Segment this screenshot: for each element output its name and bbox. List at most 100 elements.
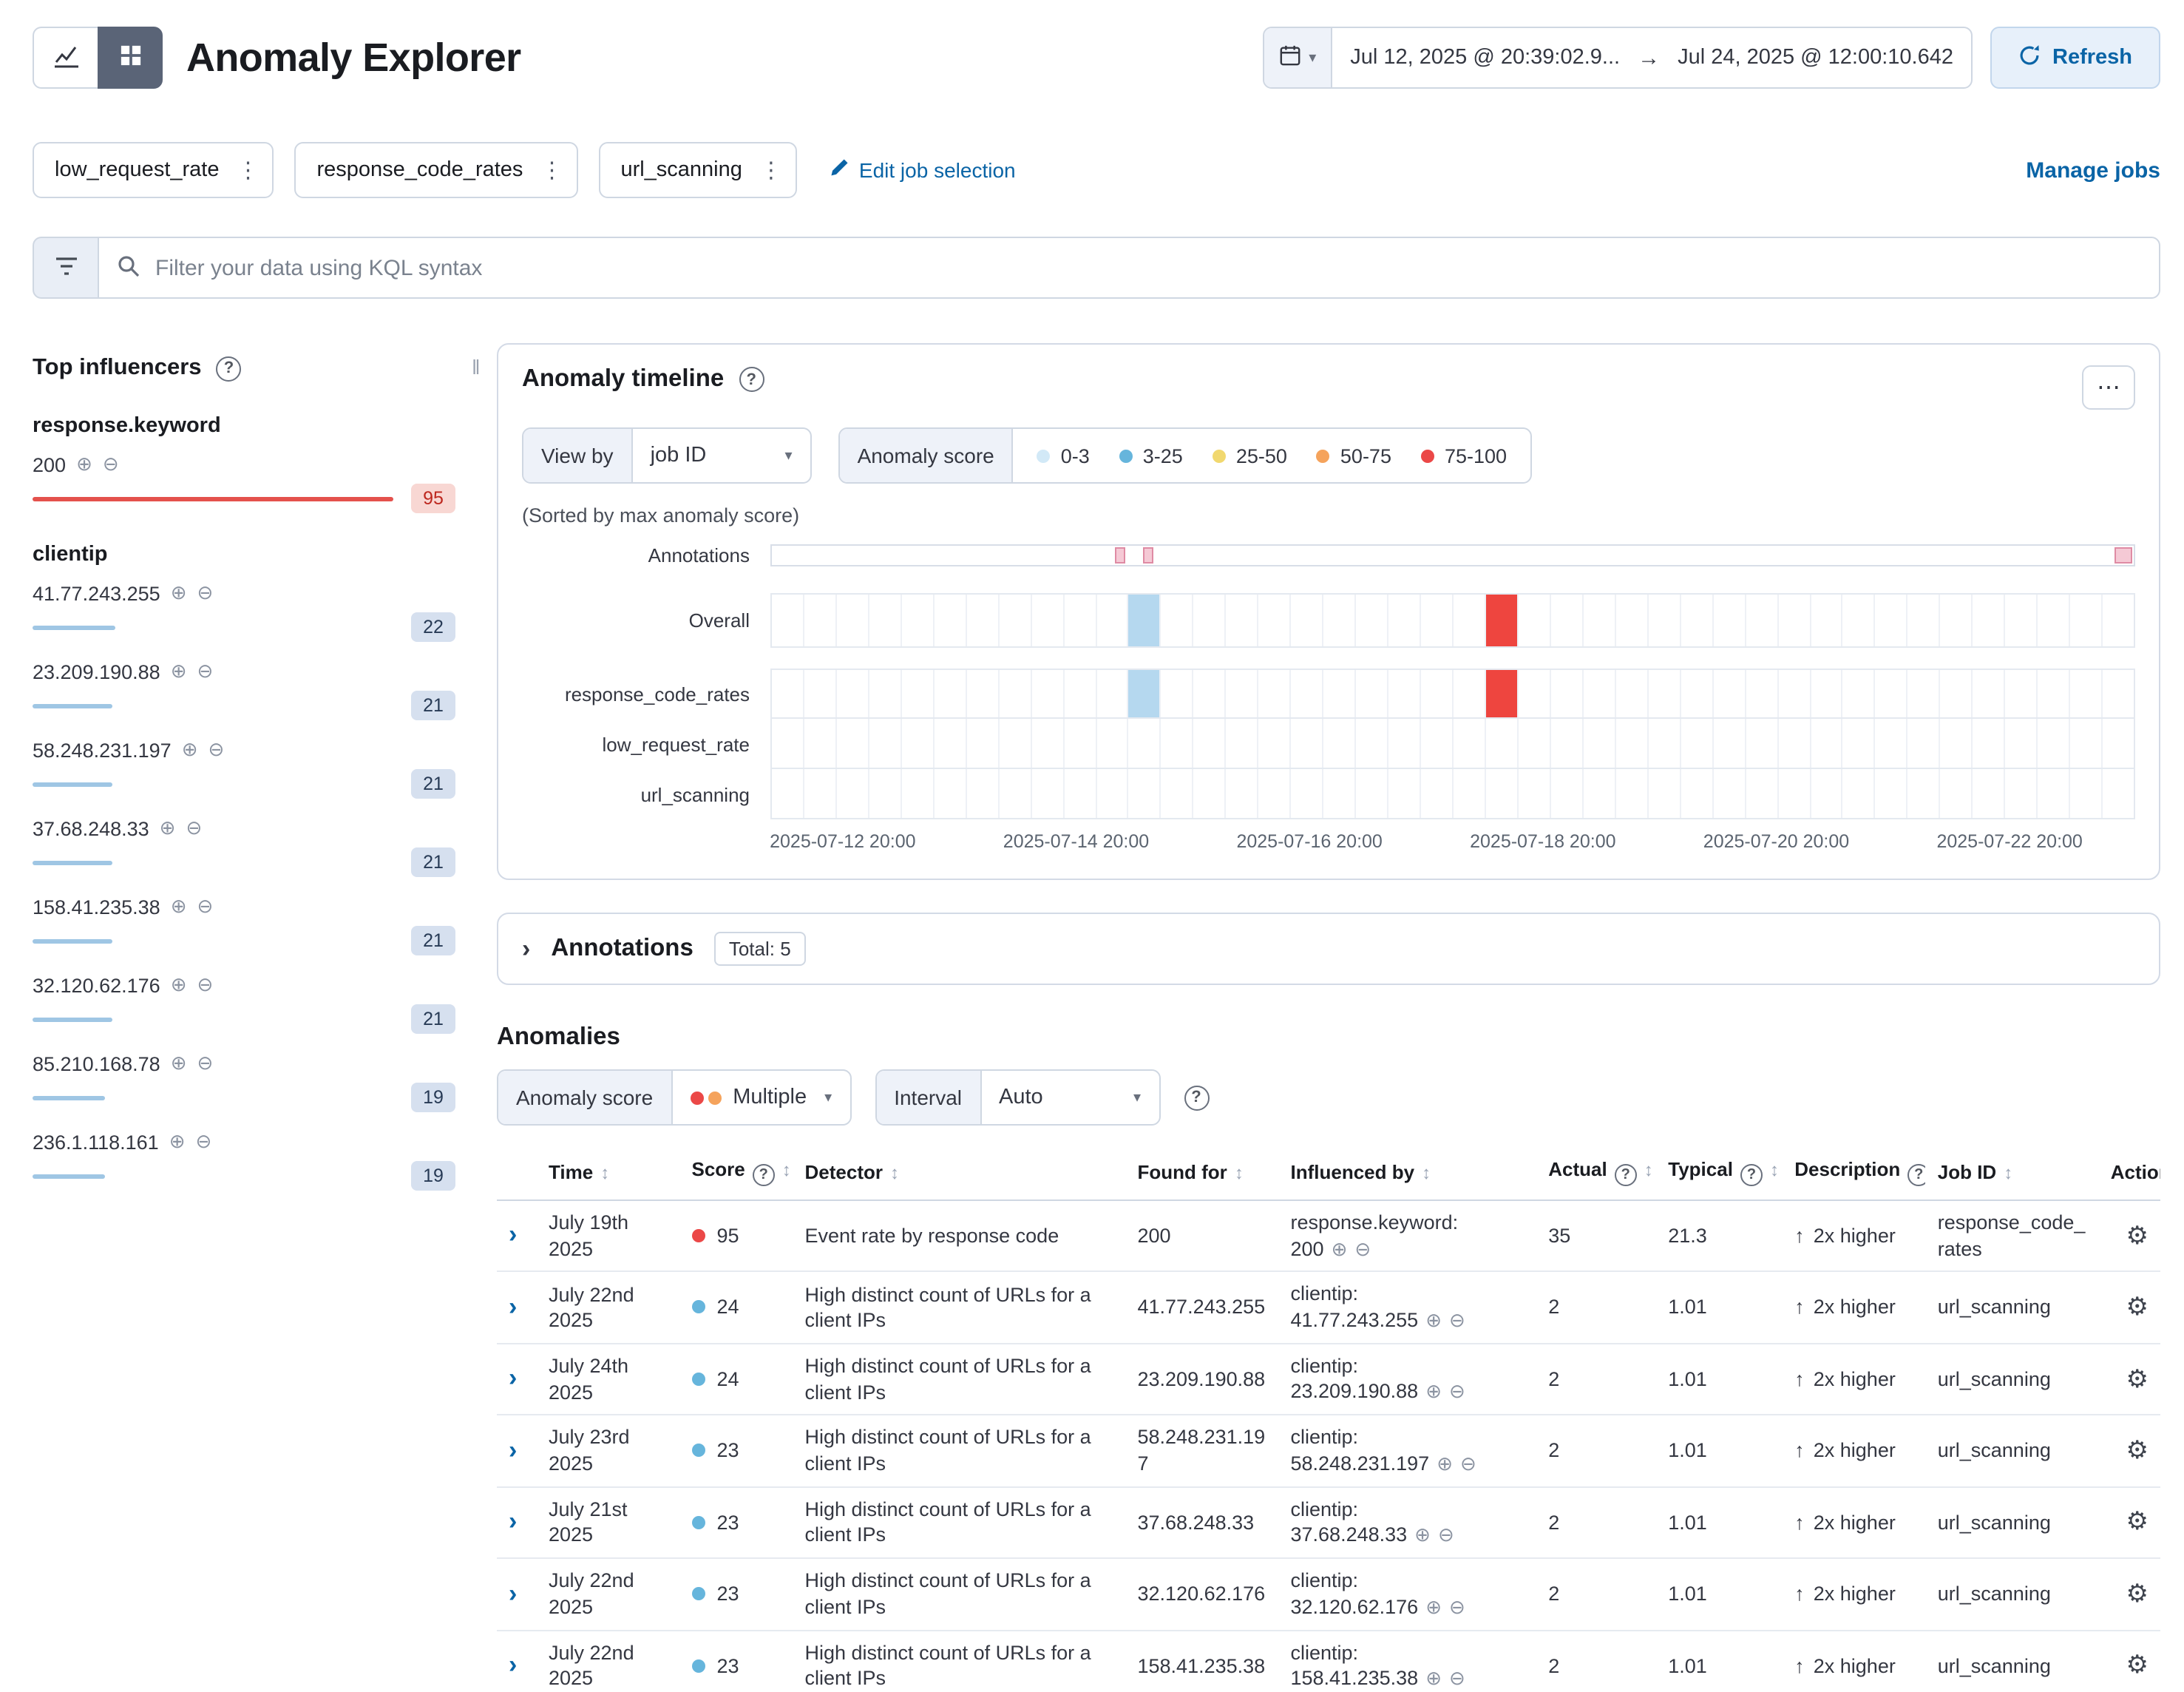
swimlane-cell[interactable] <box>1031 595 1064 646</box>
column-header-description[interactable]: Description?↕ <box>1783 1152 1926 1200</box>
swimlane-cell[interactable] <box>1323 719 1356 768</box>
swimlane-cell[interactable] <box>1388 595 1421 646</box>
date-range-start[interactable]: Jul 12, 2025 @ 20:39:02.9... <box>1332 46 1638 70</box>
remove-filter-icon[interactable]: ⊖ <box>1449 1667 1465 1689</box>
swimlane-cell[interactable] <box>1746 595 1778 646</box>
swimlane-cell[interactable] <box>1519 769 1551 818</box>
swimlane-cell[interactable] <box>1713 719 1746 768</box>
swimlane-cell[interactable] <box>1973 769 2006 818</box>
date-range-end[interactable]: Jul 24, 2025 @ 12:00:10.642 <box>1660 46 1971 70</box>
add-filter-icon[interactable]: ⊕ <box>171 581 187 605</box>
column-header-time[interactable]: Time↕ <box>537 1152 680 1200</box>
swimlane-cell[interactable] <box>1486 595 1519 646</box>
swimlane-cell[interactable] <box>1811 670 1843 717</box>
swimlane-cell[interactable] <box>1616 670 1649 717</box>
job-chip[interactable]: low_request_rate⋮ <box>33 142 274 198</box>
swimlane-cell[interactable] <box>1031 769 1064 818</box>
add-filter-icon[interactable]: ⊕ <box>182 738 198 762</box>
remove-filter-icon[interactable]: ⊖ <box>197 1052 214 1075</box>
swimlane-cell[interactable] <box>1616 769 1649 818</box>
swimlane-cell[interactable] <box>1292 769 1324 818</box>
influencer-value[interactable]: 37.68.248.33 <box>33 817 149 839</box>
remove-filter-icon[interactable]: ⊖ <box>103 453 119 476</box>
add-filter-icon[interactable]: ⊕ <box>1437 1452 1453 1475</box>
annotation-mark-icon[interactable] <box>1142 547 1153 564</box>
help-icon[interactable]: ? <box>1907 1164 1925 1186</box>
swimlane-cell[interactable] <box>2038 719 2070 768</box>
swimlane-cell[interactable] <box>999 769 1031 818</box>
swimlane-cell[interactable] <box>1551 719 1584 768</box>
swimlane-cell[interactable] <box>1908 769 1941 818</box>
remove-filter-icon[interactable]: ⊖ <box>1449 1595 1465 1617</box>
swimlane-cell[interactable] <box>837 769 869 818</box>
annotation-mark-icon[interactable] <box>2115 547 2132 564</box>
column-header-found-for[interactable]: Found for↕ <box>1126 1152 1279 1200</box>
swimlane-cell[interactable] <box>1681 719 1713 768</box>
swimlane-cell[interactable] <box>772 595 804 646</box>
swimlane-cell[interactable] <box>1811 769 1843 818</box>
swimlane-cell[interactable] <box>999 595 1031 646</box>
swimlane-cell[interactable] <box>1843 670 1876 717</box>
swimlane-cell[interactable] <box>1519 670 1551 717</box>
expand-row-button[interactable]: › <box>509 1509 517 1534</box>
swimlane-cell[interactable] <box>2038 670 2070 717</box>
swimlane-cell[interactable] <box>902 670 935 717</box>
swimlane-cell[interactable] <box>1843 769 1876 818</box>
swimlane-cell[interactable] <box>1908 595 1941 646</box>
swimlane-cell[interactable] <box>1778 595 1811 646</box>
swimlane-cell[interactable] <box>1648 719 1681 768</box>
edit-job-selection-link[interactable]: Edit job selection <box>830 158 1016 182</box>
swimlane-cell[interactable] <box>804 595 837 646</box>
swimlane-cell[interactable] <box>1551 595 1584 646</box>
swimlane-cell[interactable] <box>1129 670 1161 717</box>
swimlane-cell[interactable] <box>1454 719 1486 768</box>
swimlane-cell[interactable] <box>837 595 869 646</box>
swimlane-cell[interactable] <box>1096 769 1129 818</box>
anomaly-score-select[interactable]: Anomaly score Multiple ▾ <box>497 1069 851 1126</box>
swimlane-cell[interactable] <box>1941 595 1973 646</box>
row-actions-gear-icon[interactable]: ⚙ <box>2126 1364 2149 1394</box>
swimlane-cell[interactable] <box>1843 719 1876 768</box>
swimlane-cell[interactable] <box>2038 595 2070 646</box>
swimlane-cell[interactable] <box>1064 719 1096 768</box>
swimlane-cell[interactable] <box>1778 719 1811 768</box>
manage-jobs-link[interactable]: Manage jobs <box>2026 158 2160 183</box>
influencer-value[interactable]: 236.1.118.161 <box>33 1131 159 1153</box>
swimlane-cell[interactable] <box>1941 670 1973 717</box>
add-filter-icon[interactable]: ⊕ <box>1425 1381 1442 1403</box>
expand-row-button[interactable]: › <box>509 1294 517 1319</box>
remove-filter-icon[interactable]: ⊖ <box>197 660 214 683</box>
swimlane-cell[interactable] <box>772 769 804 818</box>
swimlane-cell[interactable] <box>869 769 902 818</box>
view-by-select[interactable]: View by job ID ▾ <box>522 427 812 484</box>
swimlane-cell[interactable] <box>1096 595 1129 646</box>
swimlane-cell[interactable] <box>804 670 837 717</box>
swimlane-cell[interactable] <box>1454 769 1486 818</box>
swimlane-cell[interactable] <box>1323 769 1356 818</box>
swimlane-cell[interactable] <box>1129 719 1161 768</box>
swimlane-cell[interactable] <box>837 670 869 717</box>
influencer-value[interactable]: 23.209.190.88 <box>33 660 160 683</box>
swimlane-cell[interactable] <box>935 595 967 646</box>
swimlane-cell[interactable] <box>1194 769 1227 818</box>
swimlane-cell[interactable] <box>1227 719 1259 768</box>
swimlane-cell[interactable] <box>1713 670 1746 717</box>
remove-filter-icon[interactable]: ⊖ <box>197 973 214 997</box>
job-chip[interactable]: response_code_rates⋮ <box>295 142 578 198</box>
row-actions-gear-icon[interactable]: ⚙ <box>2126 1580 2149 1609</box>
help-icon[interactable]: ? <box>1740 1164 1763 1186</box>
swimlane-cell[interactable] <box>2070 670 2103 717</box>
swimlane-cell[interactable] <box>2005 769 2038 818</box>
swimlane-cell[interactable] <box>1973 595 2006 646</box>
swimlane-cell[interactable] <box>1681 769 1713 818</box>
swimlane-cell[interactable] <box>1778 670 1811 717</box>
swimlane-cell[interactable] <box>1292 719 1324 768</box>
swimlane-cell[interactable] <box>1194 670 1227 717</box>
swimlane-cell[interactable] <box>1486 719 1519 768</box>
swimlane-cell[interactable] <box>966 595 999 646</box>
influencer-value[interactable]: 41.77.243.255 <box>33 582 160 604</box>
swimlane-cell[interactable] <box>1323 595 1356 646</box>
add-filter-icon[interactable]: ⊕ <box>171 895 187 918</box>
row-actions-gear-icon[interactable]: ⚙ <box>2126 1651 2149 1681</box>
swimlane-cell[interactable] <box>1681 670 1713 717</box>
